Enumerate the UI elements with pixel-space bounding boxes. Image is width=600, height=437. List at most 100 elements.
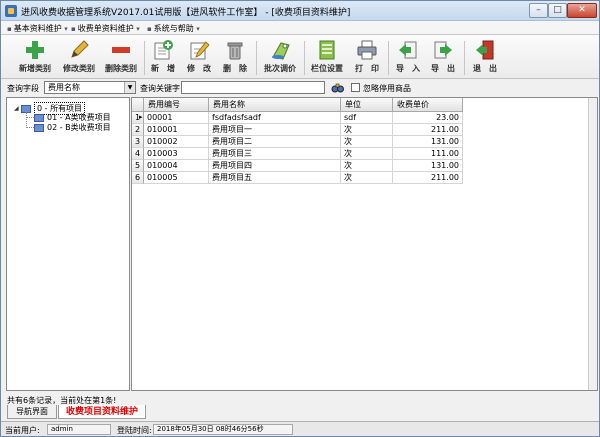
folder-icon	[34, 123, 44, 132]
tree-connector	[26, 112, 27, 128]
export-icon	[434, 41, 452, 59]
table-cell: 次	[341, 160, 393, 172]
column-header[interactable]: 费用编号	[144, 98, 209, 112]
table-cell: 费用项目二	[209, 136, 341, 148]
export-button[interactable]: 导 出	[427, 37, 459, 77]
add-category-icon	[26, 41, 44, 59]
table-cell: fsdfadsfsadf	[209, 112, 341, 124]
keyword-input[interactable]	[181, 81, 325, 94]
tree-expand-icon[interactable]: ◢	[14, 105, 19, 112]
row-number: 6	[132, 172, 144, 184]
table-cell: sdf	[341, 112, 393, 124]
toolbar-separator	[388, 41, 389, 75]
chevron-down-icon: ▾	[196, 25, 200, 33]
table-cell: 010005	[144, 172, 209, 184]
table-corner	[132, 98, 144, 112]
print-button[interactable]: 打 印	[350, 37, 384, 77]
query-field-label: 查询字段	[7, 84, 39, 93]
toolbar-separator	[144, 41, 145, 75]
row-pointer-icon: ▸	[139, 113, 143, 121]
table-cell: 费用项目五	[209, 172, 341, 184]
window-title: 进风收费收据管理系统V2017.01试用版【进风软件工作室】 - [收费项目资料…	[21, 8, 351, 18]
table-cell: 111.00	[393, 148, 463, 160]
menu-bullet-icon: ▪	[71, 25, 76, 33]
table-row[interactable]: 4 010003 费用项目三次 111.00	[132, 148, 590, 160]
current-user-value: admin	[47, 424, 111, 435]
batch-price-icon	[272, 42, 290, 60]
edit-category-button[interactable]: 修改类别	[59, 37, 99, 77]
menu-bar: ▪ 基本资料维护 ▾ ▪ 收费单资料维护 ▾ ▪ 系统与帮助 ▾	[1, 21, 599, 35]
table-cell: 次	[341, 136, 393, 148]
edit-category-icon	[71, 40, 89, 58]
column-header[interactable]: 费用名称	[209, 98, 341, 112]
edit-item-icon	[190, 41, 210, 60]
menu-basic-data[interactable]: ▪ 基本资料维护 ▾	[7, 23, 70, 34]
table-cell: 费用项目三	[209, 148, 341, 160]
exit-button[interactable]: 退 出	[468, 37, 502, 77]
table-cell: 131.00	[393, 160, 463, 172]
column-settings-button[interactable]: 栏位设置	[307, 37, 347, 77]
table-cell: 次	[341, 148, 393, 160]
add-category-button[interactable]: 新增类别	[15, 37, 55, 77]
login-time-value: 2018年05月30日 08时46分56秒	[153, 424, 293, 435]
table-cell: 131.00	[393, 136, 463, 148]
fee-items-table: 费用编号 费用名称 单位 收费单价 1 00001 fsdfadsfsadf sdf 2…	[131, 97, 598, 391]
toolbar-separator	[256, 41, 257, 75]
folder-icon	[34, 113, 44, 122]
table-cell: 次	[341, 172, 393, 184]
search-row: 查询字段 费用名称 ▼ 查询关键字 忽略停用商品	[1, 80, 599, 96]
edit-item-button[interactable]: 修 改	[184, 37, 214, 77]
tab-fee-items[interactable]: 收费项目资料维护	[58, 405, 146, 419]
column-header[interactable]: 收费单价	[393, 98, 463, 112]
chevron-down-icon: ▾	[64, 25, 68, 33]
import-button[interactable]: 导 入	[392, 37, 424, 77]
tab-navigation[interactable]: 导航界面	[7, 405, 57, 419]
table-row[interactable]: 6 010005 费用项目五次 211.00	[132, 172, 590, 184]
table-cell: 次	[341, 124, 393, 136]
table-cell: 010001	[144, 124, 209, 136]
tree-connector	[26, 117, 34, 118]
trash-icon	[227, 42, 243, 60]
table-row[interactable]: 1 00001 fsdfadsfsadf sdf 23.00 ▸	[132, 112, 590, 124]
query-field-select[interactable]: 费用名称 ▼	[44, 81, 136, 94]
row-number: 4	[132, 148, 144, 160]
delete-category-icon	[112, 47, 130, 53]
toolbar-separator	[304, 41, 305, 75]
table-cell: 211.00	[393, 124, 463, 136]
toolbar: 新增类别 修改类别 删除类别 新 增 修 改 删 除 批次调价 栏位设置 打 印…	[1, 35, 599, 79]
batch-price-button[interactable]: 批次调价	[260, 37, 300, 77]
table-cell: 00001	[144, 112, 209, 124]
tree-connector	[26, 127, 34, 128]
row-number: 2	[132, 124, 144, 136]
vertical-scrollbar[interactable]	[588, 98, 597, 390]
maximize-button[interactable]: □	[548, 3, 567, 18]
add-item-button[interactable]: 新 增	[148, 37, 178, 77]
table-cell: 费用项目一	[209, 124, 341, 136]
toolbar-separator	[464, 41, 465, 75]
menu-receipt-data[interactable]: ▪ 收费单资料维护 ▾	[71, 23, 142, 34]
binoculars-icon[interactable]	[331, 81, 344, 94]
delete-category-button[interactable]: 删除类别	[101, 37, 141, 77]
add-item-icon	[154, 40, 173, 60]
table-row[interactable]: 2 010001 费用项目一次 211.00	[132, 124, 590, 136]
status-bar: 当前用户: admin 登陆时间: 2018年05月30日 08时46分56秒	[1, 421, 599, 436]
column-settings-icon	[319, 40, 335, 60]
minimize-button[interactable]: –	[529, 3, 548, 18]
tree-node-category[interactable]: 02 - B类收费项目	[34, 122, 111, 133]
table-cell: 010003	[144, 148, 209, 160]
column-header[interactable]: 单位	[341, 98, 393, 112]
row-number: 5	[132, 160, 144, 172]
ignore-disabled-checkbox[interactable]	[351, 83, 360, 92]
table-row[interactable]: 3 010002 费用项目二次 131.00	[132, 136, 590, 148]
window-tabs: 导航界面 收费项目资料维护	[1, 405, 599, 419]
keyword-label: 查询关键字	[140, 84, 180, 93]
menu-bullet-icon: ▪	[7, 25, 12, 33]
table-cell: 23.00	[393, 112, 463, 124]
close-button[interactable]: ✕	[567, 3, 597, 18]
table-row[interactable]: 5 010004 费用项目四次 131.00	[132, 160, 590, 172]
app-icon	[5, 5, 17, 17]
login-time-label: 登陆时间:	[117, 426, 152, 435]
title-bar: 进风收费收据管理系统V2017.01试用版【进风软件工作室】 - [收费项目资料…	[1, 1, 599, 21]
delete-item-button[interactable]: 删 除	[220, 37, 250, 77]
menu-system-help[interactable]: ▪ 系统与帮助 ▾	[147, 23, 202, 34]
